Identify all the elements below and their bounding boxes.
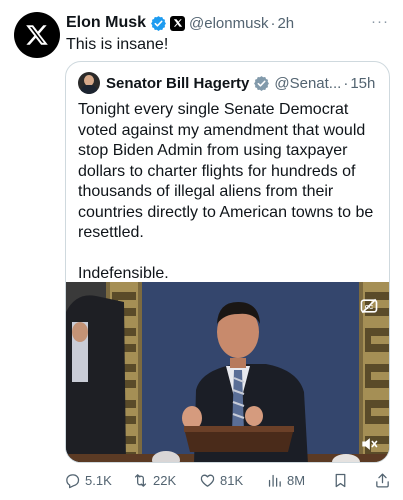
quote-paragraph: Tonight every single Senate Democrat vot… (78, 101, 374, 241)
quote-author-handle: @Senat... (274, 74, 342, 92)
repost-count: 22K (153, 473, 177, 488)
verified-badge-icon[interactable] (150, 15, 167, 32)
video-frame (66, 282, 389, 462)
quote-author-name: Senator Bill Hagerty (106, 74, 250, 92)
tweet-text: This is insane! (66, 36, 169, 53)
reply-count: 5.1K (85, 473, 112, 488)
more-icon[interactable]: ··· (371, 13, 389, 30)
author-avatar[interactable] (14, 12, 60, 58)
author-handle[interactable]: @elonmusk (189, 15, 268, 32)
reply-icon (66, 474, 80, 489)
views-count: 8M (287, 473, 306, 488)
video-player[interactable]: CC (66, 282, 389, 462)
quote-text: Tonight every single Senate Democrat vot… (78, 100, 383, 304)
quoted-tweet[interactable]: Senator Bill Hagerty @Senat... · 15h Ton… (65, 61, 390, 463)
quote-avatar (78, 72, 100, 94)
author-name[interactable]: Elon Musk (66, 14, 146, 32)
quote-time-separator: · (343, 74, 349, 92)
reply-button[interactable]: 5.1K (64, 472, 112, 489)
tweet-time[interactable]: 2h (277, 15, 294, 32)
repost-icon (134, 474, 147, 487)
verified-badge-icon (254, 75, 270, 91)
bookmark-icon (335, 473, 346, 488)
views-button[interactable]: 8M (266, 472, 305, 489)
action-bar: 5.1K 22K 81K 8M (64, 470, 393, 494)
captions-icon[interactable]: CC (359, 296, 379, 316)
quote-header: Senator Bill Hagerty @Senat... · 15h (78, 72, 379, 94)
views-icon (268, 474, 281, 487)
mute-icon[interactable] (359, 434, 379, 454)
like-button[interactable]: 81K (199, 472, 243, 489)
repost-button[interactable]: 22K (132, 472, 176, 489)
x-logo-icon (26, 25, 48, 45)
share-button[interactable] (374, 472, 395, 489)
quote-paragraph: Indefensible. (78, 264, 169, 282)
x-affiliate-badge-icon[interactable] (170, 15, 186, 31)
bookmark-button[interactable] (332, 472, 353, 489)
share-icon (376, 473, 389, 488)
like-icon (200, 474, 215, 487)
time-separator: · (270, 14, 276, 32)
tweet-header: Elon Musk @elonmusk · 2h (66, 12, 389, 34)
like-count: 81K (220, 473, 244, 488)
quote-time: 15h (350, 74, 376, 92)
